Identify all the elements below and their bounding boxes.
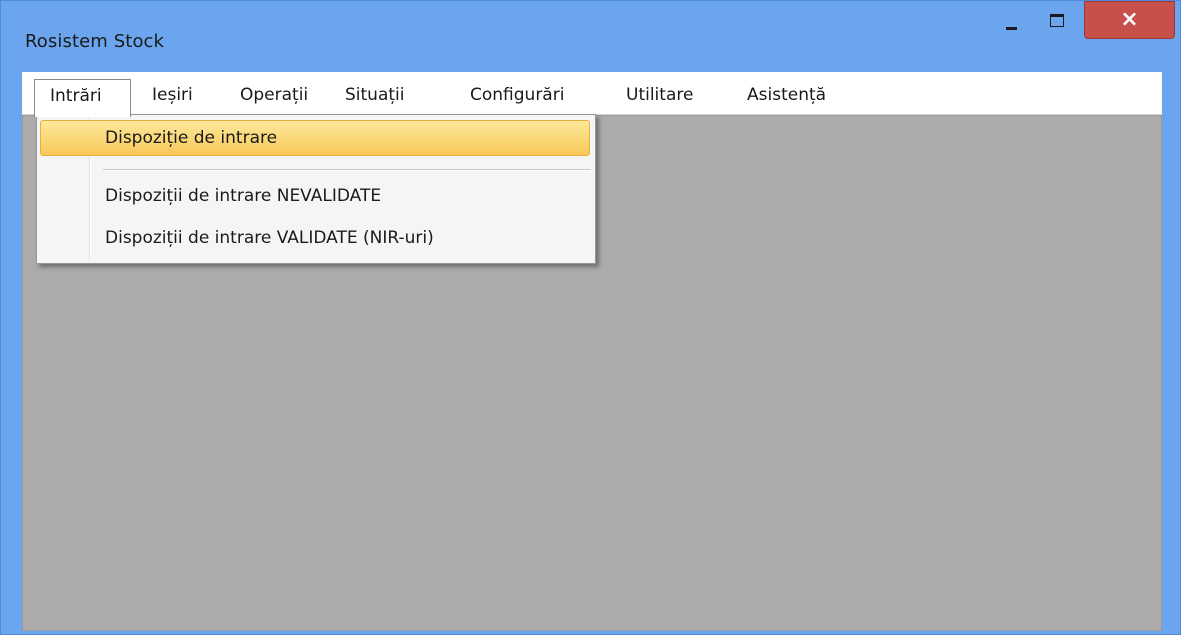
- menu-item-dispozitii-nevalidate[interactable]: Dispoziții de intrare NEVALIDATE: [40, 178, 590, 214]
- menu-operatii[interactable]: Operații: [240, 79, 308, 111]
- menu-utilitare[interactable]: Utilitare: [626, 79, 693, 111]
- menu-separator: [103, 169, 591, 171]
- menu-item-dispozitie-de-intrare[interactable]: Dispoziție de intrare: [40, 120, 590, 156]
- menu-configurari[interactable]: Configurări: [470, 79, 564, 111]
- title-bar[interactable]: Rosistem Stock ×: [1, 1, 1181, 71]
- maximize-button[interactable]: [1037, 1, 1077, 41]
- menu-iesiri[interactable]: Ieșiri: [152, 79, 193, 111]
- minimize-button[interactable]: [991, 1, 1031, 41]
- window-title: Rosistem Stock: [25, 31, 165, 52]
- menu-intrari[interactable]: Intrări: [34, 79, 131, 117]
- close-button[interactable]: ×: [1084, 1, 1175, 39]
- maximize-icon: [1050, 13, 1064, 27]
- close-icon: ×: [1120, 7, 1139, 32]
- app-window: Rosistem Stock × Intrări Ieșiri Operații…: [0, 0, 1181, 635]
- intrari-dropdown-menu: Dispoziție de intrare Dispoziții de intr…: [36, 114, 596, 264]
- minimize-icon: [1005, 26, 1017, 30]
- menu-situatii[interactable]: Situații: [345, 79, 404, 111]
- menu-asistenta[interactable]: Asistență: [747, 79, 826, 111]
- menu-item-dispozitii-validate[interactable]: Dispoziții de intrare VALIDATE (NIR-uri): [40, 220, 590, 256]
- menu-bar: Intrări Ieșiri Operații Situații Configu…: [22, 72, 1162, 117]
